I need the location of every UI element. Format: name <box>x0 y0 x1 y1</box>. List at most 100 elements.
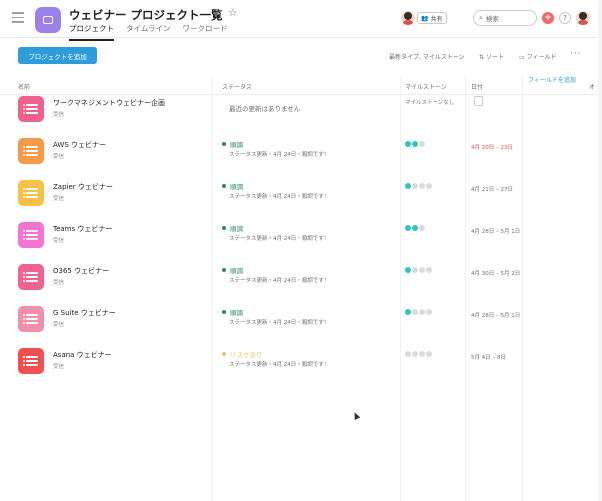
project-row[interactable]: ワークマネジメントウェビナー企画 受信 最近の更新はありません マイルストーンなし <box>0 89 602 131</box>
project-list-icon <box>18 264 44 290</box>
sort-label: ソート <box>485 54 504 61</box>
sort-button[interactable]: ⇅ ソート <box>479 52 504 61</box>
mouse-cursor <box>351 411 361 420</box>
milestone-dot-icon <box>419 183 425 189</box>
status-dot-icon <box>222 226 226 230</box>
status-dot-icon <box>222 352 226 356</box>
status-dot-icon <box>222 268 226 272</box>
page-title[interactable]: ウェビナー プロジェクト一覧 <box>69 7 223 23</box>
quick-add-button[interactable]: + <box>542 12 554 24</box>
project-name[interactable]: Asana ウェビナー <box>53 350 112 360</box>
milestone-dot-icon <box>412 267 418 273</box>
more-options-icon[interactable]: ··· <box>570 49 582 59</box>
user-avatar[interactable] <box>576 11 590 25</box>
milestone-dot-icon <box>426 183 432 189</box>
project-row[interactable]: Teams ウェビナー 受信 順調 ステータス更新・4月 24日・順調です！ 4月 28… <box>0 215 602 257</box>
project-date[interactable]: 4月 20日 – 23日 <box>471 143 513 151</box>
milestone-dot-icon <box>419 309 425 315</box>
milestone-dot-icon <box>405 225 411 231</box>
view-tabs: プロジェクト タイムライン ワークロード <box>69 23 239 41</box>
status-label: 順調 <box>230 225 243 233</box>
people-icon: 👥 <box>421 14 429 22</box>
share-label: 共有 <box>430 15 443 23</box>
milestone-dot-icon <box>405 141 411 147</box>
project-row[interactable]: G Suite ウェビナー受信 順調ステータス更新・4月 24日・順調です！ 4月 … <box>0 299 602 341</box>
project-subtitle: 受信 <box>53 196 65 202</box>
status-empty: 最近の更新はありません <box>229 105 301 113</box>
share-button[interactable]: 👥 共有 <box>417 12 447 24</box>
fields-icon: ▭ <box>519 54 525 61</box>
project-name[interactable]: G Suite ウェビナー <box>53 308 116 318</box>
milestone-dot-icon <box>426 351 432 357</box>
tab-0[interactable]: プロジェクト <box>69 23 114 41</box>
project-name[interactable]: ワークマネジメントウェビナー企画 <box>53 98 165 108</box>
project-list-icon <box>18 222 44 248</box>
status-update: ステータス更新・4月 24日・順調です！ <box>229 194 330 200</box>
project-date[interactable]: 4月 21日 – 27日 <box>471 185 513 193</box>
app-window: ウェビナー プロジェクト一覧 ▼ ☆ プロジェクト タイムライン ワークロード 👥 … <box>0 0 602 501</box>
milestone-dot-icon <box>412 183 418 189</box>
help-button[interactable]: ? <box>559 12 571 24</box>
project-date[interactable]: 4月 28日 – 5月 1日 <box>471 311 520 319</box>
milestone-dot-icon <box>412 141 418 147</box>
project-name[interactable]: Zapier ウェビナー <box>53 182 113 192</box>
status-badge[interactable]: 順調 <box>222 223 243 233</box>
status-update: ステータス更新・4月 24日・順調です！ <box>229 236 330 242</box>
milestone-dot-icon <box>419 351 425 357</box>
milestone-progress <box>405 309 432 315</box>
project-subtitle: 受信 <box>53 364 65 370</box>
calendar-icon[interactable] <box>474 96 483 106</box>
project-subtitle: 受信 <box>53 280 65 286</box>
milestone-dot-icon <box>405 183 411 189</box>
project-row[interactable]: Zapier ウェビナー受信 順調ステータス更新・4月 24日・順調です！ 4月 2… <box>0 173 602 215</box>
project-list-icon <box>18 348 44 374</box>
avatar[interactable] <box>401 11 415 25</box>
project-date[interactable]: 5月 4日 – 8日 <box>471 353 506 361</box>
project-subtitle: 受信 <box>53 322 65 328</box>
status-badge[interactable]: 順調 <box>222 139 243 149</box>
menu-icon[interactable] <box>12 12 24 24</box>
status-label: 順調 <box>230 141 243 149</box>
project-row[interactable]: AWS ウェビナー 受信 順調 ステータス更新・4月 24日・順調です！ 4月 20日 … <box>0 131 602 173</box>
project-row[interactable]: Asana ウェビナー 受信 リスクあり ステータス更新・4月 24日・順調です！ 5月… <box>0 341 602 383</box>
status-dot-icon <box>222 142 226 146</box>
milestone-dot-icon <box>419 267 425 273</box>
status-dot-icon <box>222 184 226 188</box>
status-update: ステータス更新・4月 24日・順調です！ <box>229 320 330 326</box>
milestone-dot-icon <box>412 351 418 357</box>
window-edge <box>598 0 602 501</box>
project-name[interactable]: AWS ウェビナー <box>53 140 106 150</box>
project-list-icon <box>18 96 44 122</box>
fields-button[interactable]: ▭ フィールド <box>519 52 556 61</box>
add-field-link[interactable]: フィールドを追加 <box>528 76 576 85</box>
search-placeholder: 検索 <box>485 15 499 23</box>
filter-type-button[interactable]: 最新タイプ, マイルストーン <box>389 52 465 61</box>
tab-2[interactable]: ワークロード <box>182 23 227 41</box>
milestone-dot-icon <box>405 309 411 315</box>
milestone-progress <box>405 225 425 231</box>
status-update: ステータス更新・4月 24日・順調です！ <box>229 278 330 284</box>
milestone-dot-icon <box>419 225 425 231</box>
project-list-icon <box>18 180 44 206</box>
milestone-dot-icon <box>426 309 432 315</box>
add-project-button[interactable]: プロジェクトを追加 <box>18 47 97 64</box>
milestone-dot-icon <box>412 225 418 231</box>
search-input[interactable]: ⌕ 検索 <box>473 10 537 26</box>
project-date[interactable]: 4月 30日 – 5月 2日 <box>471 269 520 277</box>
status-badge[interactable]: 順調 <box>222 181 243 191</box>
project-subtitle: 受信 <box>53 112 65 118</box>
status-label: 順調 <box>230 267 243 275</box>
project-name[interactable]: O365 ウェビナー <box>53 266 109 276</box>
search-icon: ⌕ <box>479 13 483 22</box>
project-name[interactable]: Teams ウェビナー <box>53 224 112 234</box>
star-icon[interactable]: ☆ <box>228 6 238 19</box>
status-badge[interactable]: 順調 <box>222 307 243 317</box>
status-badge[interactable]: 順調 <box>222 265 243 275</box>
milestone-dot-icon <box>405 351 411 357</box>
status-label: 順調 <box>230 183 243 191</box>
project-row[interactable]: O365 ウェビナー受信 順調ステータス更新・4月 24日・順調です！ 4月 30日… <box>0 257 602 299</box>
project-date[interactable]: 4月 28日 – 5月 1日 <box>471 227 520 235</box>
tab-1[interactable]: タイムライン <box>126 23 170 41</box>
status-badge[interactable]: リスクあり <box>222 349 263 359</box>
chevron-down-icon[interactable]: ▼ <box>213 10 219 19</box>
